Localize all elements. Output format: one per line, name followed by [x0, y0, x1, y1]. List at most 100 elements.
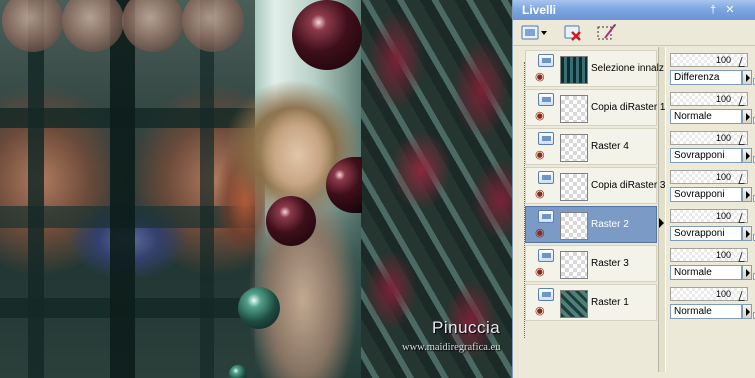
layer-row[interactable]: ◉ Raster 1: [525, 284, 657, 321]
new-raster-layer-button[interactable]: [520, 23, 548, 43]
opacity-fill: [671, 288, 747, 300]
palette-toolbar: [513, 20, 755, 46]
blend-mode-select[interactable]: Normale: [670, 265, 742, 280]
layer-type-icon: [538, 249, 554, 262]
opacity-slider[interactable]: 100: [670, 92, 748, 106]
layer-property-row: 100 Normale: [666, 286, 755, 323]
layer-thumbnail: [560, 56, 588, 84]
layers-palette: Livelli † ✕ ◉ Selezione innalz ◉ Copia d…: [512, 0, 755, 378]
layer-thumbnail: [560, 212, 588, 240]
layer-thumbnail: [560, 134, 588, 162]
blend-mode-select[interactable]: Sovrapponi: [670, 148, 742, 163]
opacity-value: 100: [715, 289, 731, 299]
new-raster-layer-icon: [521, 25, 547, 40]
layer-name: Raster 4: [591, 141, 629, 152]
layer-thumbnail: [560, 95, 588, 123]
layer-row[interactable]: ◉ Selezione innalz: [525, 50, 664, 87]
palette-title: Livelli: [522, 3, 557, 17]
opacity-fill: [671, 210, 747, 222]
edit-selection-button[interactable]: [595, 23, 617, 43]
faded-sphere: [2, 0, 64, 52]
layer-thumbnail: [560, 251, 588, 279]
blend-mode-select[interactable]: Normale: [670, 109, 742, 124]
delete-layer-icon: [564, 25, 581, 41]
layer-thumbnail: [560, 173, 588, 201]
layer-type-icon: [538, 288, 554, 301]
watermark-name: Pinuccia: [432, 318, 501, 337]
layer-name: Raster 3: [591, 258, 629, 269]
dropdown-arrow-icon[interactable]: [742, 226, 752, 241]
opacity-slider[interactable]: 100: [670, 248, 748, 262]
layer-row[interactable]: ◉ Copia diRaster 1: [525, 89, 665, 126]
opacity-fill: [671, 249, 747, 261]
faded-sphere: [122, 0, 184, 52]
opacity-slider[interactable]: 100: [670, 209, 748, 223]
dropdown-arrow-icon[interactable]: [742, 70, 752, 85]
visibility-eye-icon[interactable]: ◉: [535, 111, 545, 122]
visibility-eye-icon[interactable]: ◉: [535, 150, 545, 161]
layer-row[interactable]: ◉ Raster 4: [525, 128, 657, 165]
dropdown-arrow-icon[interactable]: [742, 109, 752, 124]
layer-property-row: 100 Sovrapponi: [666, 169, 755, 206]
layer-property-row: 100 Sovrapponi: [666, 208, 755, 245]
layer-type-icon: [538, 171, 554, 184]
blend-mode-select[interactable]: Sovrapponi: [670, 226, 742, 241]
layer-property-row: 100 Differenza: [666, 52, 755, 89]
layer-name: Copia diRaster 1: [591, 102, 666, 113]
expand-arrow-icon[interactable]: [658, 210, 666, 238]
opacity-value: 100: [715, 55, 731, 65]
dropdown-arrow-icon[interactable]: [742, 148, 752, 163]
layer-property-row: 100 Normale: [666, 247, 755, 284]
blend-mode-select[interactable]: Sovrapponi: [670, 187, 742, 202]
layer-type-icon: [538, 210, 554, 223]
green-sphere: [229, 365, 247, 378]
palette-titlebar[interactable]: Livelli † ✕: [513, 0, 755, 20]
opacity-fill: [671, 93, 747, 105]
opacity-slider[interactable]: 100: [670, 131, 748, 145]
layer-row[interactable]: ◉ Raster 2: [525, 206, 657, 243]
layer-name: Copia diRaster 3: [591, 180, 666, 191]
visibility-eye-icon[interactable]: ◉: [535, 189, 545, 200]
layer-name: Raster 1: [591, 297, 629, 308]
dropdown-arrow-icon[interactable]: [742, 304, 752, 319]
layer-thumbnail: [560, 290, 588, 318]
opacity-value: 100: [715, 133, 731, 143]
opacity-fill: [671, 171, 747, 183]
dropdown-arrow-icon[interactable]: [742, 187, 752, 202]
close-icon[interactable]: ✕: [723, 3, 737, 17]
visibility-eye-icon[interactable]: ◉: [535, 228, 545, 239]
image-canvas[interactable]: Pinuccia www.maidiregrafica.eu: [0, 0, 512, 378]
opacity-fill: [671, 54, 747, 66]
layer-name: Selezione innalz: [591, 63, 664, 74]
watermark-url: www.maidiregrafica.eu: [402, 342, 501, 353]
opacity-slider[interactable]: 100: [670, 287, 748, 301]
layer-type-icon: [538, 93, 554, 106]
opacity-fill: [671, 132, 747, 144]
visibility-eye-icon[interactable]: ◉: [535, 306, 545, 317]
visibility-eye-icon[interactable]: ◉: [535, 267, 545, 278]
blend-mode-select[interactable]: Differenza: [670, 70, 742, 85]
layer-property-row: 100 Normale: [666, 91, 755, 128]
layer-type-icon: [538, 54, 554, 67]
opacity-value: 100: [715, 211, 731, 221]
faded-sphere: [182, 0, 244, 52]
opacity-slider[interactable]: 100: [670, 53, 748, 67]
blend-mode-select[interactable]: Normale: [670, 304, 742, 319]
layer-type-icon: [538, 132, 554, 145]
opacity-slider[interactable]: 100: [670, 170, 748, 184]
delete-layer-button[interactable]: [563, 23, 583, 43]
dropdown-arrow-icon[interactable]: [742, 265, 752, 280]
dark-red-sphere: [292, 0, 362, 70]
pin-icon[interactable]: †: [706, 3, 720, 17]
layer-name: Raster 2: [591, 219, 629, 230]
opacity-value: 100: [715, 250, 731, 260]
opacity-value: 100: [715, 172, 731, 182]
edit-selection-icon: [597, 24, 616, 40]
layer-property-row: 100 Sovrapponi: [666, 130, 755, 167]
visibility-eye-icon[interactable]: ◉: [535, 72, 545, 83]
opacity-value: 100: [715, 94, 731, 104]
layer-row[interactable]: ◉ Raster 3: [525, 245, 657, 282]
green-sphere: [238, 287, 280, 329]
dark-red-sphere: [266, 196, 316, 246]
layer-row[interactable]: ◉ Copia diRaster 3: [525, 167, 665, 204]
